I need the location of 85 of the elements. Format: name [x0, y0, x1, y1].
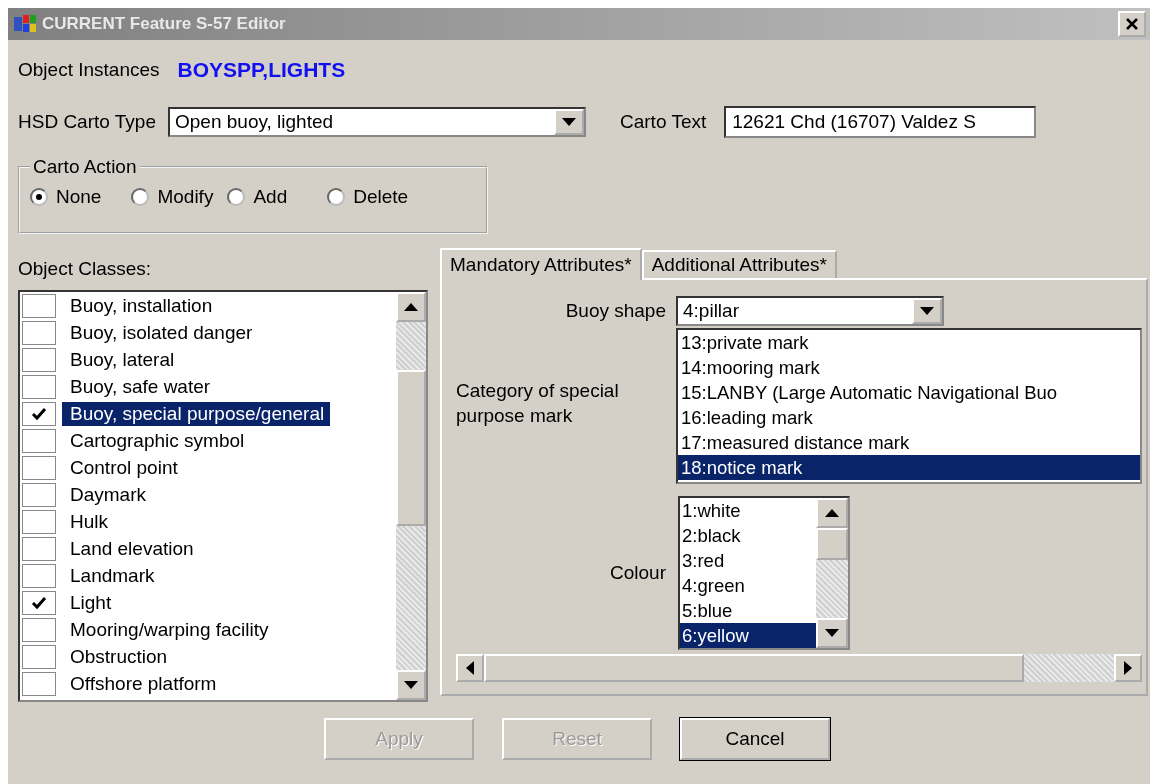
checkbox[interactable] — [22, 617, 56, 642]
scrollbar[interactable] — [816, 498, 848, 648]
checkbox[interactable] — [22, 644, 56, 669]
list-item[interactable]: 6:yellow — [680, 623, 816, 648]
list-item[interactable]: 4:green — [680, 573, 816, 598]
object-classes-label: Object Classes: — [18, 258, 153, 281]
list-item[interactable]: Control point — [62, 455, 184, 480]
carto-text-label: Carto Text — [620, 111, 707, 133]
close-icon — [1125, 17, 1139, 31]
checkbox[interactable] — [22, 563, 56, 588]
window-title: CURRENT Feature S-57 Editor — [42, 14, 287, 34]
list-item[interactable]: Offshore platform — [62, 671, 223, 696]
app-icon — [14, 14, 36, 34]
scrollbar[interactable] — [456, 654, 1142, 682]
list-item[interactable]: Mooring/warping facility — [62, 617, 275, 642]
check-icon — [31, 595, 47, 610]
carto-text-field[interactable]: 12621 Chd (16707) Valdez S — [724, 106, 1037, 138]
list-item[interactable]: 13:private mark — [678, 330, 1140, 355]
checkbox[interactable] — [22, 320, 56, 345]
list-item[interactable]: Landmark — [62, 563, 161, 588]
arrow-right-icon — [1124, 661, 1132, 675]
checkbox[interactable] — [22, 374, 56, 399]
scrollbar-thumb[interactable] — [816, 528, 848, 560]
list-item[interactable]: 5:blue — [680, 598, 816, 623]
scrollbar-thumb[interactable] — [484, 654, 1024, 682]
list-item[interactable]: 17:measured distance mark — [678, 430, 1140, 455]
list-item[interactable]: 2:black — [680, 523, 816, 548]
list-item[interactable]: Buoy, isolated danger — [62, 320, 259, 345]
list-item[interactable]: Light — [62, 590, 118, 615]
checkbox[interactable] — [22, 536, 56, 561]
tab[interactable]: Mandatory Attributes* — [440, 248, 642, 280]
buoy-shape-dropdown[interactable]: 4:pillar — [676, 296, 944, 326]
object-instances-label: Object Instances — [18, 59, 160, 81]
buoy-shape-label: Buoy shape — [564, 300, 666, 322]
arrow-up-icon — [825, 509, 839, 517]
list-item[interactable]: Cartographic symbol — [62, 428, 251, 453]
arrow-left-icon — [466, 661, 474, 675]
checkbox[interactable] — [22, 509, 56, 534]
caret-down-icon — [920, 307, 934, 315]
carto-action-title: Carto Action — [32, 156, 138, 178]
radio-label[interactable]: None — [56, 186, 102, 208]
radio-label[interactable]: Delete — [353, 186, 409, 208]
carto-type-label: HSD Carto Type — [18, 111, 156, 133]
caret-down-icon — [562, 118, 576, 126]
checkbox[interactable] — [22, 401, 56, 426]
carto-type-dropdown[interactable]: Open buoy, lighted — [168, 107, 586, 137]
list-item[interactable]: Buoy, special purpose/general — [62, 401, 331, 426]
list-item[interactable]: Hulk — [62, 509, 114, 534]
radio-label[interactable]: Add — [253, 186, 288, 208]
checkbox[interactable] — [22, 428, 56, 453]
colour-label: Colour — [609, 562, 666, 584]
list-item[interactable]: Buoy, installation — [62, 293, 219, 318]
tab[interactable]: Additional Attributes* — [641, 250, 837, 278]
radio-label[interactable]: Modify — [157, 186, 214, 208]
radio-button[interactable] — [30, 188, 48, 206]
checkbox[interactable] — [22, 590, 56, 615]
list-item[interactable]: 16:leading mark — [678, 405, 1140, 430]
checkbox[interactable] — [22, 347, 56, 372]
checkbox[interactable] — [22, 482, 56, 507]
list-item[interactable]: Buoy, safe water — [62, 374, 217, 399]
arrow-down-icon — [825, 629, 839, 637]
list-item[interactable]: Buoy, lateral — [62, 347, 181, 372]
close-button[interactable] — [1118, 11, 1146, 37]
radio-button[interactable] — [131, 188, 150, 206]
scrollbar[interactable] — [396, 292, 426, 700]
checkbox[interactable] — [22, 293, 56, 318]
radio-button[interactable] — [227, 188, 246, 206]
category-label: Category of special purpose mark — [456, 379, 620, 428]
checkbox[interactable] — [22, 671, 56, 696]
list-item[interactable]: 14:mooring mark — [678, 355, 1140, 380]
object-instances-value: BOYSPP,LIGHTS — [177, 58, 346, 82]
check-icon — [31, 406, 47, 421]
list-item[interactable]: Daymark — [62, 482, 152, 507]
list-item[interactable]: Land elevation — [62, 536, 200, 561]
arrow-down-icon — [404, 681, 418, 689]
list-item[interactable]: 3:red — [680, 548, 816, 573]
scrollbar-thumb[interactable] — [396, 370, 426, 526]
arrow-up-icon — [404, 303, 418, 311]
dialog-button[interactable]: Cancel — [680, 718, 830, 760]
list-item[interactable]: 1:white — [680, 498, 816, 523]
list-item[interactable]: 18:notice mark — [678, 455, 1140, 480]
checkbox[interactable] — [22, 455, 56, 480]
list-item[interactable]: Obstruction — [62, 644, 174, 669]
radio-button[interactable] — [327, 188, 346, 206]
list-item[interactable]: 15:LANBY (Large Automatic Navigational Buo — [678, 380, 1140, 405]
